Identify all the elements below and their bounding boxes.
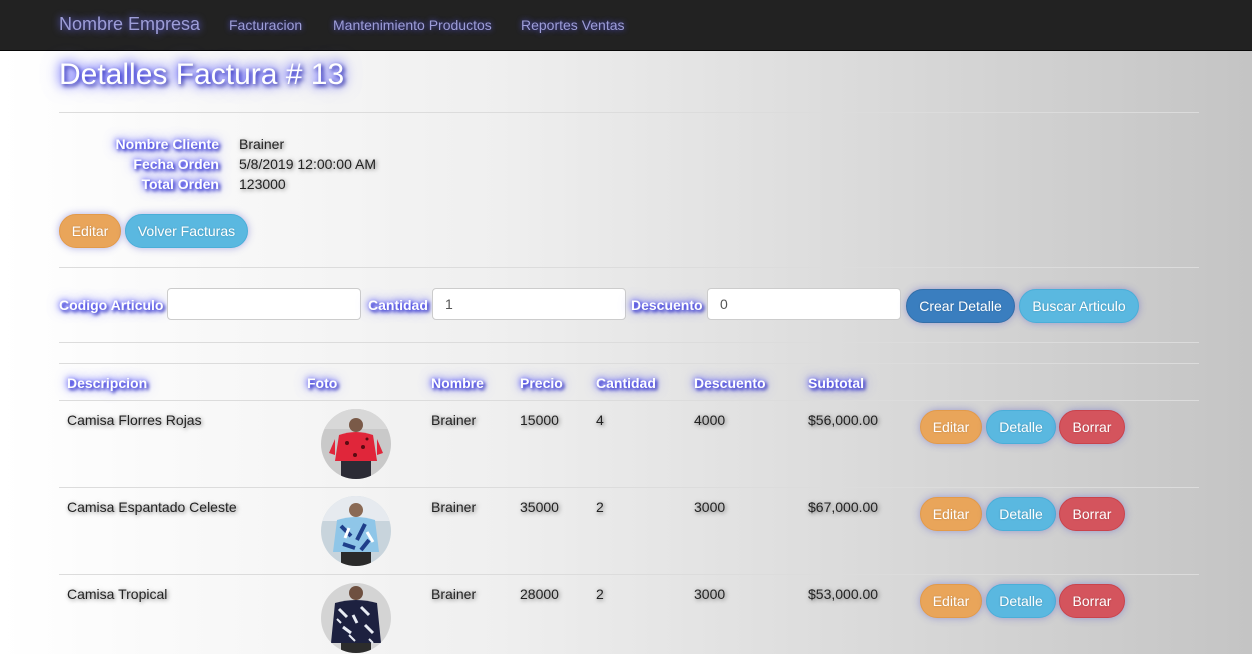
nav-link-reportes-ventas[interactable]: Reportes Ventas: [521, 17, 625, 33]
row-detalle-button[interactable]: Detalle: [986, 584, 1056, 618]
row-detalle-button[interactable]: Detalle: [986, 497, 1056, 531]
cell-precio: 35000: [520, 499, 559, 515]
cell-nombre: Brainer: [431, 412, 477, 428]
col-header-foto: Foto: [307, 375, 338, 391]
row-borrar-button[interactable]: Borrar: [1059, 410, 1125, 444]
cell-cantidad: 2: [596, 499, 604, 515]
codigo-articulo-label: Codigo Articulo: [59, 297, 164, 313]
navbar-brand[interactable]: Nombre Empresa: [59, 14, 200, 35]
cantidad-label: Cantidad: [368, 297, 428, 313]
cell-cantidad: 4: [596, 412, 604, 428]
nav-link-facturacion[interactable]: Facturacion: [229, 17, 302, 33]
col-header-descuento: Descuento: [694, 375, 766, 391]
cell-descuento: 3000: [694, 586, 726, 602]
crear-detalle-button[interactable]: Crear Detalle: [906, 289, 1015, 323]
cell-precio: 15000: [520, 412, 559, 428]
product-photo: [321, 583, 391, 653]
col-header-cantidad: Cantidad: [596, 375, 656, 391]
row-editar-button[interactable]: Editar: [920, 497, 982, 531]
cell-descripcion: Camisa Espantado Celeste: [67, 499, 237, 515]
row-divider: [59, 574, 1199, 575]
divider: [59, 267, 1199, 268]
page-title: Detalles Factura # 13: [59, 58, 345, 91]
codigo-articulo-input[interactable]: [167, 288, 361, 320]
row-editar-button[interactable]: Editar: [920, 410, 982, 444]
table-header-border: [59, 400, 1199, 401]
col-header-subtotal: Subtotal: [808, 375, 864, 391]
cell-subtotal: $56,000.00: [808, 412, 879, 428]
descuento-input[interactable]: [707, 288, 901, 320]
cell-cantidad: 2: [596, 586, 604, 602]
total-value: 123000: [239, 176, 286, 192]
cliente-label: Nombre Cliente: [115, 136, 219, 152]
row-editar-button[interactable]: Editar: [920, 584, 982, 618]
fecha-value: 5/8/2019 12:00:00 AM: [239, 156, 376, 172]
buscar-articulo-button[interactable]: Buscar Articulo: [1019, 289, 1139, 323]
divider: [59, 112, 1199, 113]
row-detalle-button[interactable]: Detalle: [986, 410, 1056, 444]
volver-facturas-button[interactable]: Volver Facturas: [125, 214, 248, 248]
cantidad-input[interactable]: [432, 288, 626, 320]
cell-subtotal: $53,000.00: [808, 586, 879, 602]
top-navbar: Nombre Empresa Facturacion Mantenimiento…: [0, 0, 1252, 51]
cell-descuento: 3000: [694, 499, 726, 515]
row-borrar-button[interactable]: Borrar: [1059, 497, 1125, 531]
col-header-precio: Precio: [520, 375, 563, 391]
row-borrar-button[interactable]: Borrar: [1059, 584, 1125, 618]
col-header-nombre: Nombre: [431, 375, 484, 391]
descuento-label: Descuento: [631, 297, 703, 313]
cell-descripcion: Camisa Tropical: [67, 586, 168, 602]
col-header-descripcion: Descripcion: [67, 375, 148, 391]
fecha-label: Fecha Orden: [133, 156, 219, 172]
cell-precio: 28000: [520, 586, 559, 602]
cell-descuento: 4000: [694, 412, 726, 428]
table-top-border: [59, 363, 1199, 364]
editar-factura-button[interactable]: Editar: [59, 214, 121, 248]
total-label: Total Orden: [141, 176, 219, 192]
cell-subtotal: $67,000.00: [808, 499, 879, 515]
cell-descripcion: Camisa Florres Rojas: [67, 412, 202, 428]
cell-nombre: Brainer: [431, 586, 477, 602]
row-divider: [59, 487, 1199, 488]
cell-nombre: Brainer: [431, 499, 477, 515]
product-photo: [321, 496, 391, 566]
nav-link-mantenimiento-productos[interactable]: Mantenimiento Productos: [333, 17, 492, 33]
cliente-value: Brainer: [239, 136, 285, 152]
divider: [59, 342, 1199, 343]
product-photo: [321, 409, 391, 479]
